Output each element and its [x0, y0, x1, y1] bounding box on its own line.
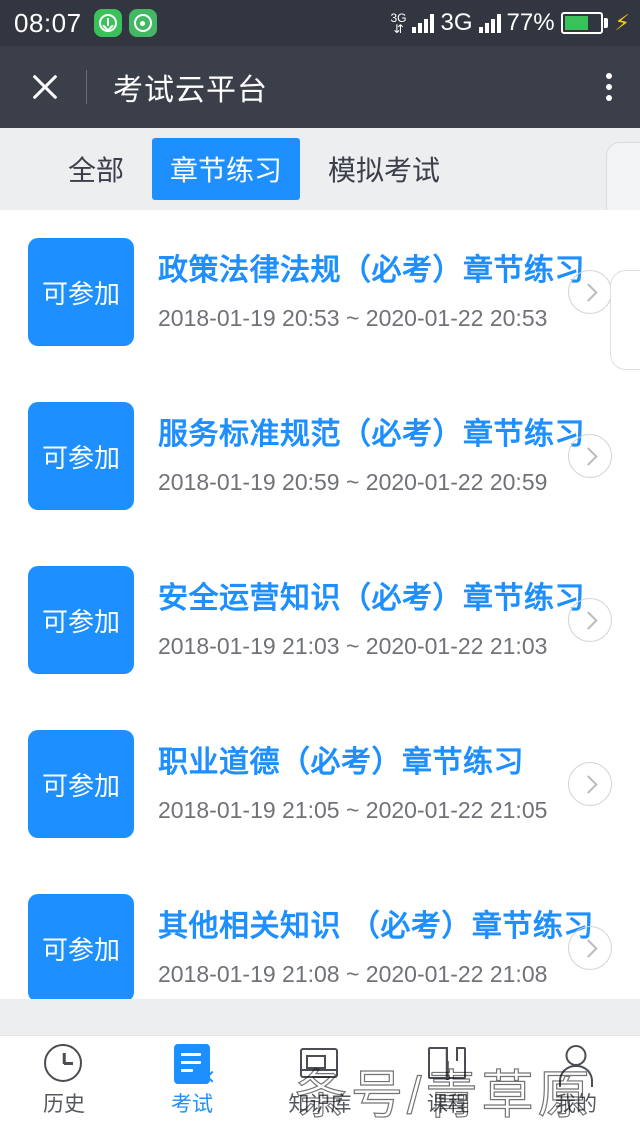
list-bottom-spacer — [0, 999, 640, 1035]
list-item-date-range: 2018-01-19 21:03 ~ 2020-01-22 21:03 — [158, 633, 548, 660]
list-item[interactable]: 可参加 其他相关知识 （必考）章节练习 2018-01-19 21:08 ~ 2… — [0, 866, 640, 999]
status-badge: 可参加 — [28, 730, 134, 838]
status-bar-indicators: 3G ⇵ 3G 77% ⚡ — [390, 11, 630, 35]
nav-label-knowledge-base: 知识库 — [288, 1093, 352, 1116]
nav-item-history[interactable]: 历史 — [0, 1036, 128, 1118]
chevron-right-icon[interactable] — [568, 926, 612, 970]
tab-mock-exam[interactable]: 模拟考试 — [310, 138, 458, 200]
list-item-title: 其他相关知识 （必考）章节练习 — [158, 909, 594, 943]
nav-item-profile[interactable]: 我的 — [512, 1036, 640, 1118]
list-item[interactable]: 可参加 职业道德（必考）章节练习 2018-01-19 21:05 ~ 2020… — [0, 702, 640, 866]
nav-label-profile: 我的 — [555, 1093, 597, 1116]
battery-icon — [560, 12, 608, 34]
nav-item-knowledge-base[interactable]: 知识库 — [256, 1036, 384, 1118]
nav-label-exam: 考试 — [171, 1093, 213, 1116]
nav-item-exam[interactable]: ✕ 考试 — [128, 1036, 256, 1118]
list-item-title: 安全运营知识（必考）章节练习 — [158, 581, 585, 615]
more-options-icon[interactable] — [600, 67, 618, 107]
updown-arrows-icon: ⇵ — [393, 21, 404, 36]
list-item-content: 其他相关知识 （必考）章节练习 2018-01-19 21:08 ~ 2020-… — [158, 908, 594, 989]
exam-document-icon: ✕ — [174, 1044, 216, 1088]
list-item[interactable]: 可参加 安全运营知识（必考）章节练习 2018-01-19 21:03 ~ 20… — [0, 538, 640, 702]
battery-percent-label: 77% — [506, 9, 555, 36]
page-title: 考试云平台 — [113, 74, 268, 107]
list-item-date-range: 2018-01-19 20:53 ~ 2020-01-22 20:53 — [158, 305, 548, 332]
tab-all[interactable]: 全部 — [50, 138, 142, 200]
broadcast-badge-icon — [128, 9, 157, 37]
nav-item-course[interactable]: 课程 — [384, 1036, 512, 1118]
signal-bars-sim1-icon — [412, 13, 435, 33]
network-type-label: 3G — [440, 9, 473, 36]
clock-icon — [44, 1044, 82, 1082]
status-badge: 可参加 — [28, 238, 134, 346]
tab-bar: 全部 章节练习 模拟考试 — [0, 128, 640, 210]
status-badge: 可参加 — [28, 894, 134, 999]
course-icon — [428, 1047, 466, 1079]
header-divider — [86, 70, 87, 104]
app-header: 考试云平台 — [0, 46, 640, 128]
book-icon — [300, 1048, 338, 1078]
chevron-right-icon[interactable] — [568, 434, 612, 478]
chevron-right-icon[interactable] — [568, 762, 612, 806]
nav-label-course: 课程 — [427, 1093, 469, 1116]
chevron-right-icon[interactable] — [568, 270, 612, 314]
bottom-navigation-bar: 历史 ✕ 考试 知识库 课程 我的 — [0, 1035, 640, 1118]
status-badge: 可参加 — [28, 402, 134, 510]
list-item-date-range: 2018-01-19 20:59 ~ 2020-01-22 20:59 — [158, 469, 548, 496]
chevron-right-icon[interactable] — [568, 598, 612, 642]
close-icon[interactable] — [28, 70, 62, 104]
person-icon — [557, 1044, 595, 1082]
list-item[interactable]: 可参加 政策法律法规（必考）章节练习 2018-01-19 20:53 ~ 20… — [0, 210, 640, 374]
list-item[interactable]: 可参加 服务标准规范（必考）章节练习 2018-01-19 20:59 ~ 20… — [0, 374, 640, 538]
list-item-title: 职业道德（必考）章节练习 — [158, 745, 524, 779]
list-item-title: 服务标准规范（必考）章节练习 — [158, 417, 585, 451]
signal-bars-sim2-icon — [478, 13, 501, 33]
download-badge-icon — [93, 9, 122, 37]
list-item-content: 服务标准规范（必考）章节练习 2018-01-19 20:59 ~ 2020-0… — [158, 416, 585, 497]
status-bar-clock: 08:07 — [14, 8, 82, 38]
status-bar: 08:07 3G ⇵ 3G 77% ⚡ — [0, 0, 640, 46]
exam-list: 可参加 政策法律法规（必考）章节练习 2018-01-19 20:53 ~ 20… — [0, 210, 640, 999]
list-item-content: 职业道德（必考）章节练习 2018-01-19 21:05 ~ 2020-01-… — [158, 744, 568, 825]
data-transfer-icon: 3G ⇵ — [390, 12, 406, 35]
tab-bar-edge-card — [606, 142, 640, 210]
list-item-date-range: 2018-01-19 21:05 ~ 2020-01-22 21:05 — [158, 797, 548, 824]
status-badge: 可参加 — [28, 566, 134, 674]
list-edge-card — [610, 270, 640, 370]
list-item-title: 政策法律法规（必考）章节练习 — [158, 253, 585, 287]
list-item-content: 政策法律法规（必考）章节练习 2018-01-19 20:53 ~ 2020-0… — [158, 252, 585, 333]
list-item-date-range: 2018-01-19 21:08 ~ 2020-01-22 21:08 — [158, 961, 548, 988]
charging-bolt-icon: ⚡ — [614, 10, 630, 35]
nav-label-history: 历史 — [43, 1093, 85, 1116]
tab-chapter-practice[interactable]: 章节练习 — [152, 138, 301, 200]
list-item-content: 安全运营知识（必考）章节练习 2018-01-19 21:03 ~ 2020-0… — [158, 580, 585, 661]
app-screen: 08:07 3G ⇵ 3G 77% ⚡ 考试云平台 全部 章节练习 模拟考试 可… — [0, 0, 640, 1138]
status-bar-notification-icons — [93, 9, 157, 37]
